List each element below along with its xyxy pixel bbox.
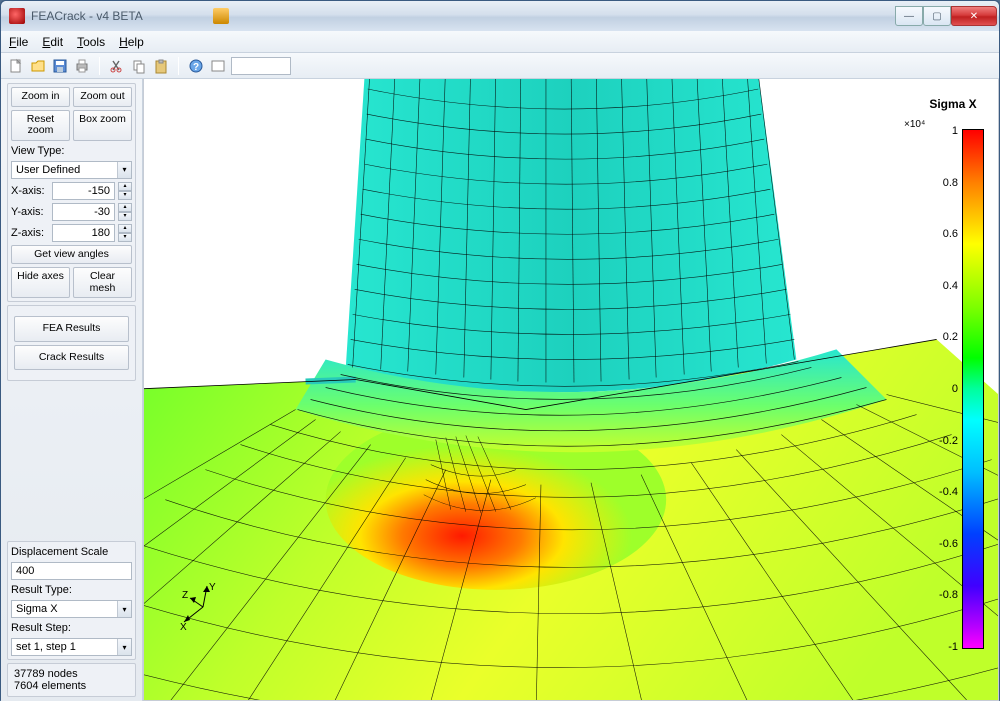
z-axis-input[interactable]: 180 [52,224,115,242]
toolbar: ? [1,53,999,79]
legend-exponent: ×10⁴ [904,119,925,130]
mesh-render [144,79,998,700]
viewport-3d[interactable]: X Y Z Sigma X ×10⁴ 1 0.8 0.6 0.4 0.2 0 -… [143,79,999,701]
axis-x-label: X [180,622,187,632]
legend-tick: 1 [939,125,958,137]
node-count: 37789 nodes [14,668,129,680]
cut-icon[interactable] [108,57,126,75]
legend-colorbar [962,129,984,649]
legend-tick: 0.2 [939,331,958,343]
menu-file[interactable]: File [9,35,28,49]
hide-axes-button[interactable]: Hide axes [11,267,70,298]
result-type-value: Sigma X [12,603,117,615]
menu-tools[interactable]: Tools [77,35,105,49]
open-folder-icon[interactable] [29,57,47,75]
app-window: FEACrack - v4 BETA — ▢ ✕ File Edit Tools… [0,0,1000,700]
z-axis-label: Z-axis: [11,227,49,239]
get-view-angles-button[interactable]: Get view angles [11,245,132,265]
maximize-button[interactable]: ▢ [923,6,951,26]
x-spin-down[interactable]: ▾ [118,191,132,200]
save-icon[interactable] [51,57,69,75]
legend-tick: -0.8 [939,589,958,601]
copy-icon[interactable] [130,57,148,75]
chevron-down-icon: ▾ [117,601,131,617]
result-step-value: set 1, step 1 [12,641,117,653]
toolbar-input[interactable] [231,57,291,75]
menu-bar: File Edit Tools Help [1,31,999,53]
new-file-icon[interactable] [7,57,25,75]
z-spin-up[interactable]: ▴ [118,224,132,233]
legend-tick: -0.2 [939,435,958,447]
x-axis-input[interactable]: -150 [52,182,115,200]
run-icon[interactable] [209,57,227,75]
y-spin-up[interactable]: ▴ [118,203,132,212]
legend-ticks: 1 0.8 0.6 0.4 0.2 0 -0.2 -0.4 -0.6 -0.8 … [939,125,958,653]
x-spin-up[interactable]: ▴ [118,182,132,191]
legend-title: Sigma X [922,97,984,111]
reset-zoom-button[interactable]: Reset zoom [11,110,70,141]
disp-scale-label: Displacement Scale [11,545,132,559]
app-icon [9,8,25,24]
view-type-value: User Defined [12,164,117,176]
close-button[interactable]: ✕ [951,6,997,26]
legend-tick: 0.6 [939,228,958,240]
clear-mesh-button[interactable]: Clear mesh [73,267,132,298]
legend-tick: 0.4 [939,280,958,292]
z-spin-down[interactable]: ▾ [118,233,132,242]
menu-help[interactable]: Help [119,35,144,49]
sidebar: Zoom in Zoom out Reset zoom Box zoom Vie… [1,79,143,701]
print-icon[interactable] [73,57,91,75]
zoom-in-button[interactable]: Zoom in [11,87,70,107]
crack-results-button[interactable]: Crack Results [14,345,129,371]
y-axis-label: Y-axis: [11,206,49,218]
results-panel: FEA Results Crack Results [7,305,136,381]
element-count: 7604 elements [14,680,129,692]
y-axis-input[interactable]: -30 [52,203,115,221]
display-settings-panel: Displacement Scale 400 Result Type: Sigm… [7,541,136,660]
paste-icon[interactable] [152,57,170,75]
axes-compass: X Y Z [178,582,228,632]
legend-tick: -0.4 [939,486,958,498]
window-title: FEACrack - v4 BETA [31,9,143,23]
color-legend: Sigma X ×10⁴ 1 0.8 0.6 0.4 0.2 0 -0.2 -0… [922,97,984,117]
view-type-select[interactable]: User Defined ▾ [11,161,132,179]
status-panel: 37789 nodes 7604 elements [7,663,136,697]
zoom-panel: Zoom in Zoom out Reset zoom Box zoom Vie… [7,83,136,302]
chevron-down-icon: ▾ [117,639,131,655]
axis-y-label: Y [209,582,216,593]
title-bar[interactable]: FEACrack - v4 BETA — ▢ ✕ [1,1,999,31]
minimize-button[interactable]: — [895,6,923,26]
box-zoom-button[interactable]: Box zoom [73,110,132,141]
legend-tick: 0.8 [939,177,958,189]
menu-edit[interactable]: Edit [42,35,63,49]
fea-results-button[interactable]: FEA Results [14,316,129,342]
zoom-out-button[interactable]: Zoom out [73,87,132,107]
legend-tick: -0.6 [939,538,958,550]
secondary-tab-icon [213,8,229,24]
result-step-label: Result Step: [11,621,132,635]
axis-z-label: Z [182,590,188,601]
disp-scale-input[interactable]: 400 [11,562,132,580]
help-icon[interactable]: ? [187,57,205,75]
x-axis-label: X-axis: [11,185,49,197]
svg-text:?: ? [193,62,199,73]
legend-tick: 0 [939,383,958,395]
chevron-down-icon: ▾ [117,162,131,178]
result-type-label: Result Type: [11,583,132,597]
legend-tick: -1 [939,641,958,653]
y-spin-down[interactable]: ▾ [118,212,132,221]
result-type-select[interactable]: Sigma X ▾ [11,600,132,618]
view-type-label: View Type: [11,144,132,158]
result-step-select[interactable]: set 1, step 1 ▾ [11,638,132,656]
